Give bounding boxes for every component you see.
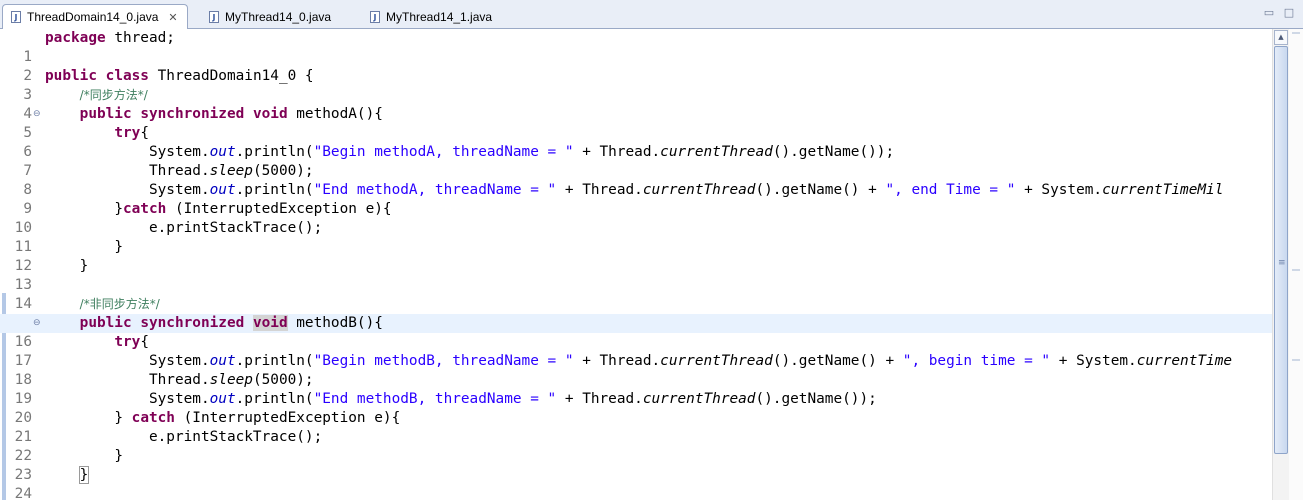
code-line: 18 System.out.println("Begin methodB, th… <box>0 352 1272 388</box>
java-file-icon: J <box>209 11 219 23</box>
tab-label: MyThread14_1.java <box>386 10 493 24</box>
editor-tab-bar: J ThreadDomain14_0.java ✕ J MyThread14_0… <box>0 0 1303 30</box>
code-line: 8 Thread.sleep(5000); <box>0 162 1272 198</box>
code-line: 24 } <box>0 466 1272 500</box>
window-controls: ▭ □ <box>1262 6 1296 20</box>
code-line: 9 System.out.println("End methodA, threa… <box>0 181 1272 217</box>
minimize-icon[interactable]: ▭ <box>1262 6 1276 20</box>
comment: /*非同步方法*/ <box>79 297 160 311</box>
code-line: 12 } <box>0 238 1272 274</box>
code-line: 21 } catch (InterruptedException e){ <box>0 409 1272 445</box>
code-line: 13 } <box>0 257 1272 293</box>
code-line: 20 System.out.println("End methodB, thre… <box>0 390 1272 426</box>
fold-collapse-icon[interactable]: ⊖ <box>33 314 41 333</box>
current-code-line: 16 ⊖ public synchronized void methodB(){ <box>0 314 1272 350</box>
overview-mark[interactable] <box>1292 359 1300 361</box>
tab-label: MyThread14_0.java <box>225 10 332 24</box>
code-line: 2 <box>0 48 1272 84</box>
grip-icon: ≡ <box>1278 258 1286 268</box>
maximize-icon[interactable]: □ <box>1282 6 1296 20</box>
code-line: 14 <box>0 276 1272 312</box>
code-line: 7 System.out.println("Begin methodA, thr… <box>0 143 1272 179</box>
java-file-icon: J <box>11 11 21 23</box>
code-editor[interactable]: 1 package thread; 2 3 public class Threa… <box>0 29 1303 500</box>
code-line: 3 public class ThreadDomain14_0 { <box>0 67 1272 103</box>
overview-mark[interactable] <box>1292 32 1300 34</box>
occurrence-highlight: void <box>252 315 288 331</box>
tab-mythread14-0[interactable]: J MyThread14_0.java <box>200 4 360 29</box>
code-line: 23 } <box>0 447 1272 483</box>
tab-threaddomain14-0[interactable]: J ThreadDomain14_0.java ✕ <box>2 4 188 30</box>
comment: /*同步方法*/ <box>79 88 148 102</box>
code-line: 22 e.printStackTrace(); <box>0 428 1272 464</box>
java-file-icon: J <box>370 11 380 23</box>
matching-bracket: } <box>78 466 90 484</box>
close-icon[interactable]: ✕ <box>168 11 177 24</box>
code-area[interactable]: 1 package thread; 2 3 public class Threa… <box>0 29 1272 500</box>
vertical-scrollbar[interactable]: ▲ ≡ <box>1272 29 1289 500</box>
scrollbar-thumb[interactable]: ≡ <box>1274 46 1288 454</box>
scroll-up-arrow-icon[interactable]: ▲ <box>1274 30 1288 45</box>
fold-collapse-icon[interactable]: ⊖ <box>33 105 41 124</box>
code-line: 19 Thread.sleep(5000); <box>0 371 1272 407</box>
code-line: 5 ⊖ public synchronized void methodA(){ <box>0 105 1272 141</box>
code-line: 25 <box>0 485 1272 500</box>
code-line: 15 /*非同步方法*/ <box>0 295 1272 331</box>
code-line: 1 package thread; <box>0 29 1272 65</box>
code-line: 10 }catch (InterruptedException e){ <box>0 200 1272 236</box>
overview-mark[interactable] <box>1292 269 1300 271</box>
tab-label: ThreadDomain14_0.java <box>27 10 159 24</box>
code-line: 11 e.printStackTrace(); <box>0 219 1272 255</box>
code-line: 17 try{ <box>0 333 1272 369</box>
code-line: 4 /*同步方法*/ <box>0 86 1272 122</box>
tab-mythread14-1[interactable]: J MyThread14_1.java <box>361 4 521 29</box>
overview-ruler[interactable] <box>1289 29 1303 500</box>
code-line: 6 try{ <box>0 124 1272 160</box>
